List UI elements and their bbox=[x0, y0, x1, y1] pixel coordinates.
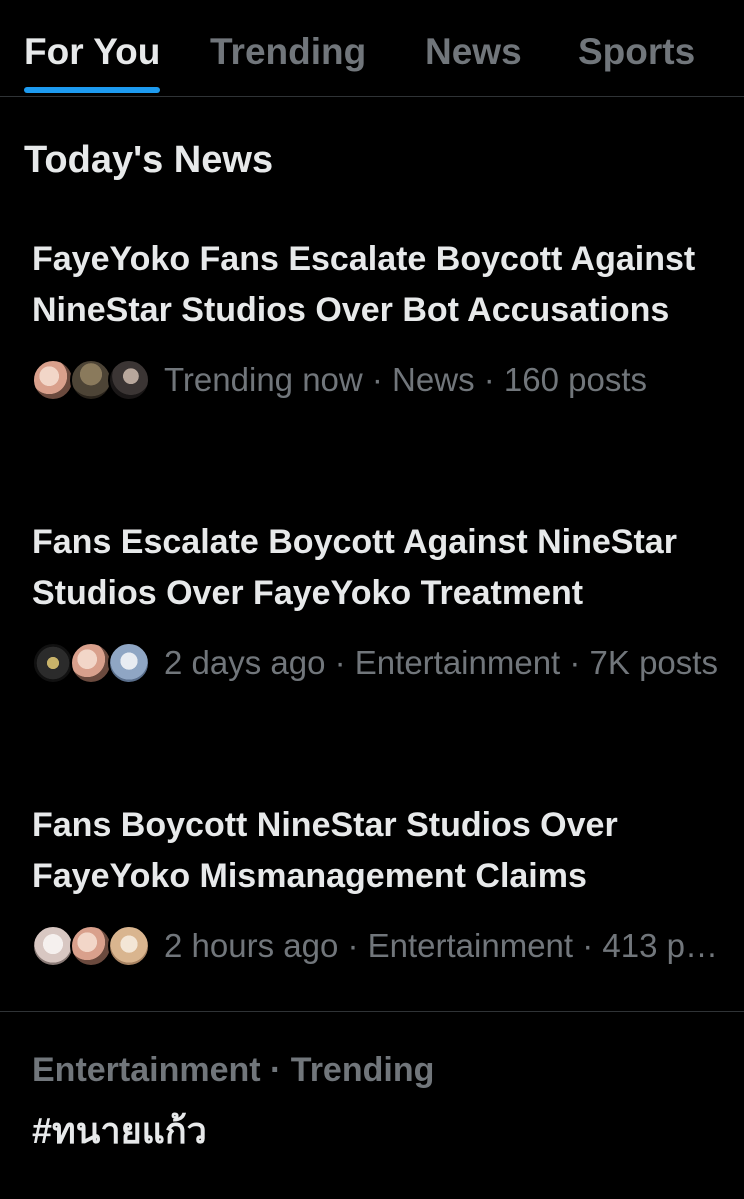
avatar-icon bbox=[108, 925, 150, 967]
news-item[interactable]: Fans Escalate Boycott Against NineStar S… bbox=[32, 517, 722, 685]
news-meta-row: Trending now · News · 160 posts bbox=[32, 358, 722, 402]
tab-trending[interactable]: Trending bbox=[210, 30, 366, 74]
avatar-icon bbox=[32, 359, 74, 401]
avatar-group bbox=[32, 358, 150, 402]
avatar-icon bbox=[32, 925, 74, 967]
news-item[interactable]: Fans Boycott NineStar Studios Over FayeY… bbox=[32, 800, 722, 968]
tab-news[interactable]: News bbox=[425, 30, 522, 74]
section-divider bbox=[0, 1011, 744, 1012]
news-item[interactable]: FayeYoko Fans Escalate Boycott Against N… bbox=[32, 234, 722, 402]
news-meta: Trending now · News · 160 posts bbox=[164, 361, 647, 398]
trend-meta: Entertainment · Trending bbox=[32, 1051, 435, 1089]
news-headline: FayeYoko Fans Escalate Boycott Against N… bbox=[32, 240, 696, 329]
news-headline: Fans Escalate Boycott Against NineStar S… bbox=[32, 523, 677, 612]
tab-sports[interactable]: Sports bbox=[578, 30, 695, 74]
avatar-icon bbox=[70, 359, 112, 401]
active-tab-indicator bbox=[24, 87, 160, 93]
avatar-icon bbox=[70, 925, 112, 967]
avatar-icon bbox=[108, 359, 150, 401]
news-meta: 2 days ago · Entertainment · 7K posts bbox=[164, 644, 718, 681]
avatar-icon bbox=[70, 642, 112, 684]
news-headline: Fans Boycott NineStar Studios Over FayeY… bbox=[32, 806, 618, 895]
section-title: Today's News bbox=[24, 139, 274, 181]
avatar-icon bbox=[108, 642, 150, 684]
top-tab-bar: For You Trending News Sports bbox=[0, 0, 744, 97]
news-meta: 2 hours ago · Entertainment · 413 posts bbox=[164, 927, 722, 964]
avatar-icon bbox=[32, 642, 74, 684]
trend-hashtag[interactable]: #ทนายแก้ว bbox=[32, 1108, 207, 1154]
avatar-group bbox=[32, 924, 150, 968]
news-meta-row: 2 hours ago · Entertainment · 413 posts bbox=[32, 924, 722, 968]
tab-for-you[interactable]: For You bbox=[24, 30, 160, 74]
avatar-group bbox=[32, 641, 150, 685]
news-meta-row: 2 days ago · Entertainment · 7K posts bbox=[32, 641, 722, 685]
